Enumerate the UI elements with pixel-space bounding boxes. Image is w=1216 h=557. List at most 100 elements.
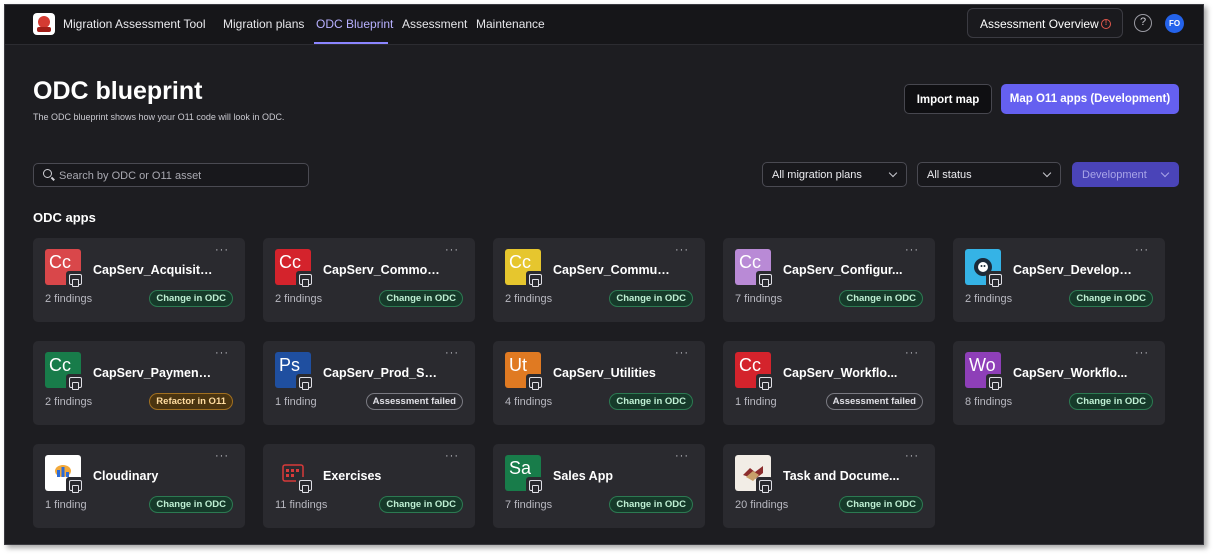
more-options-icon[interactable]: ··· xyxy=(905,347,919,359)
assessment-overview-label: Assessment Overview xyxy=(980,17,1099,31)
status-badge: Change in ODC xyxy=(609,393,693,410)
migration-plans-value: All migration plans xyxy=(772,169,862,181)
assessment-overview-button[interactable]: Assessment Overview ! xyxy=(967,8,1123,38)
active-nav-indicator xyxy=(314,42,388,44)
device-screen-icon xyxy=(66,271,83,288)
findings-count: 2 findings xyxy=(45,293,93,305)
chevron-down-icon xyxy=(1160,168,1170,178)
app-card[interactable]: ··· Exercises 11 findings Change in ODC xyxy=(263,444,475,528)
app-name[interactable]: CapServ_Develope... xyxy=(1013,263,1133,277)
more-options-icon[interactable]: ··· xyxy=(675,450,689,462)
app-window: Migration Assessment Tool Migration plan… xyxy=(4,4,1204,545)
status-badge: Change in ODC xyxy=(379,290,463,307)
device-screen-icon xyxy=(66,374,83,391)
app-name[interactable]: CapServ_Configur... xyxy=(783,263,903,277)
more-options-icon[interactable]: ··· xyxy=(1135,244,1149,256)
device-screen-icon xyxy=(986,374,1003,391)
more-options-icon[interactable]: ··· xyxy=(445,244,459,256)
more-options-icon[interactable]: ··· xyxy=(445,347,459,359)
app-card[interactable]: ··· Ps CapServ_Prod_Sup... 1 finding Assessm… xyxy=(263,341,475,425)
app-name[interactable]: Cloudinary xyxy=(93,469,213,483)
app-name[interactable]: CapServ_Workflo... xyxy=(783,366,903,380)
app-logo-icon[interactable] xyxy=(33,13,55,35)
status-value: All status xyxy=(927,169,972,181)
status-badge: Change in ODC xyxy=(839,290,923,307)
warning-icon: ! xyxy=(1101,19,1111,29)
status-dropdown[interactable]: All status xyxy=(917,162,1061,187)
findings-count: 2 findings xyxy=(965,293,1013,305)
app-name[interactable]: CapServ_Prod_Sup... xyxy=(323,366,443,380)
app-card[interactable]: ··· Cc CapServ_Common... 2 findings Change i… xyxy=(263,238,475,322)
status-badge: Change in ODC xyxy=(149,496,233,513)
environment-value: Development xyxy=(1082,169,1147,181)
more-options-icon[interactable]: ··· xyxy=(445,450,459,462)
more-options-icon[interactable]: ··· xyxy=(675,244,689,256)
import-map-button[interactable]: Import map xyxy=(904,84,992,114)
user-avatar[interactable]: FO xyxy=(1165,14,1184,33)
more-options-icon[interactable]: ··· xyxy=(215,244,229,256)
more-options-icon[interactable]: ··· xyxy=(215,347,229,359)
app-name[interactable]: Exercises xyxy=(323,469,443,483)
findings-count: 2 findings xyxy=(275,293,323,305)
help-icon[interactable]: ? xyxy=(1134,14,1152,32)
app-card[interactable]: ··· Task and Docume... 20 findings Change i… xyxy=(723,444,935,528)
findings-count: 2 findings xyxy=(45,396,93,408)
environment-dropdown[interactable]: Development xyxy=(1072,162,1179,187)
status-badge: Assessment failed xyxy=(365,393,463,410)
device-screen-icon xyxy=(66,477,83,494)
more-options-icon[interactable]: ··· xyxy=(675,347,689,359)
findings-count: 4 findings xyxy=(505,396,553,408)
section-title: ODC apps xyxy=(33,210,96,225)
app-card[interactable]: ··· Cc CapServ_Commun... 2 findings Change i… xyxy=(493,238,705,322)
map-o11-apps-button[interactable]: Map O11 apps (Development) xyxy=(1001,84,1179,114)
device-screen-icon xyxy=(526,271,543,288)
device-screen-icon xyxy=(526,477,543,494)
top-navigation-bar: Migration Assessment Tool Migration plan… xyxy=(5,5,1203,45)
status-badge: Change in ODC xyxy=(609,290,693,307)
status-badge: Change in ODC xyxy=(839,496,923,513)
status-badge: Change in ODC xyxy=(609,496,693,513)
more-options-icon[interactable]: ··· xyxy=(215,450,229,462)
app-name[interactable]: Sales App xyxy=(553,469,673,483)
device-screen-icon xyxy=(526,374,543,391)
status-badge: Change in ODC xyxy=(149,290,233,307)
app-card[interactable]: ··· Cc CapServ_Acquisiti... 2 findings Chang… xyxy=(33,238,245,322)
more-options-icon[interactable]: ··· xyxy=(905,244,919,256)
app-name[interactable]: Task and Docume... xyxy=(783,469,903,483)
app-card[interactable]: ··· Sa Sales App 7 findings Change in ODC xyxy=(493,444,705,528)
app-name[interactable]: CapServ_Common... xyxy=(323,263,443,277)
findings-count: 8 findings xyxy=(965,396,1013,408)
findings-count: 1 finding xyxy=(735,396,777,408)
findings-count: 1 finding xyxy=(45,499,87,511)
search-icon xyxy=(43,169,52,178)
app-card[interactable]: ··· Cc CapServ_Payment... 2 findings Refacto… xyxy=(33,341,245,425)
more-options-icon[interactable]: ··· xyxy=(905,450,919,462)
status-badge: Change in ODC xyxy=(1069,290,1153,307)
status-badge: Change in ODC xyxy=(379,496,463,513)
device-screen-icon xyxy=(756,271,773,288)
app-name[interactable]: CapServ_Payment... xyxy=(93,366,213,380)
app-name[interactable]: CapServ_Acquisiti... xyxy=(93,263,213,277)
app-name[interactable]: CapServ_Workflo... xyxy=(1013,366,1133,380)
app-card[interactable]: ··· Ut CapServ_Utilities 4 findings Change i… xyxy=(493,341,705,425)
app-card[interactable]: ··· Cc CapServ_Workflo... 1 finding Assessme… xyxy=(723,341,935,425)
app-name[interactable]: CapServ_Utilities xyxy=(553,366,673,380)
findings-count: 7 findings xyxy=(505,499,553,511)
status-badge: Refactor in O11 xyxy=(149,393,233,410)
status-badge: Change in ODC xyxy=(1069,393,1153,410)
migration-plans-dropdown[interactable]: All migration plans xyxy=(762,162,907,187)
app-card[interactable]: ··· Cc CapServ_Configur... 7 findings Change… xyxy=(723,238,935,322)
nav-maintenance[interactable]: Maintenance xyxy=(476,17,545,31)
status-badge: Assessment failed xyxy=(825,393,923,410)
search-input[interactable]: Search by ODC or O11 asset xyxy=(33,163,309,187)
app-name[interactable]: CapServ_Commun... xyxy=(553,263,673,277)
nav-assessment[interactable]: Assessment xyxy=(402,17,467,31)
findings-count: 7 findings xyxy=(735,293,783,305)
more-options-icon[interactable]: ··· xyxy=(1135,347,1149,359)
device-screen-icon xyxy=(296,271,313,288)
app-card[interactable]: ··· Cloudinary 1 finding Change in ODC xyxy=(33,444,245,528)
app-card[interactable]: ··· CapServ_Develope... 2 findings Change i… xyxy=(953,238,1165,322)
nav-odc-blueprint[interactable]: ODC Blueprint xyxy=(316,17,393,31)
nav-migration-plans[interactable]: Migration plans xyxy=(223,17,304,31)
app-card[interactable]: ··· Wo CapServ_Workflo... 8 findings Change … xyxy=(953,341,1165,425)
